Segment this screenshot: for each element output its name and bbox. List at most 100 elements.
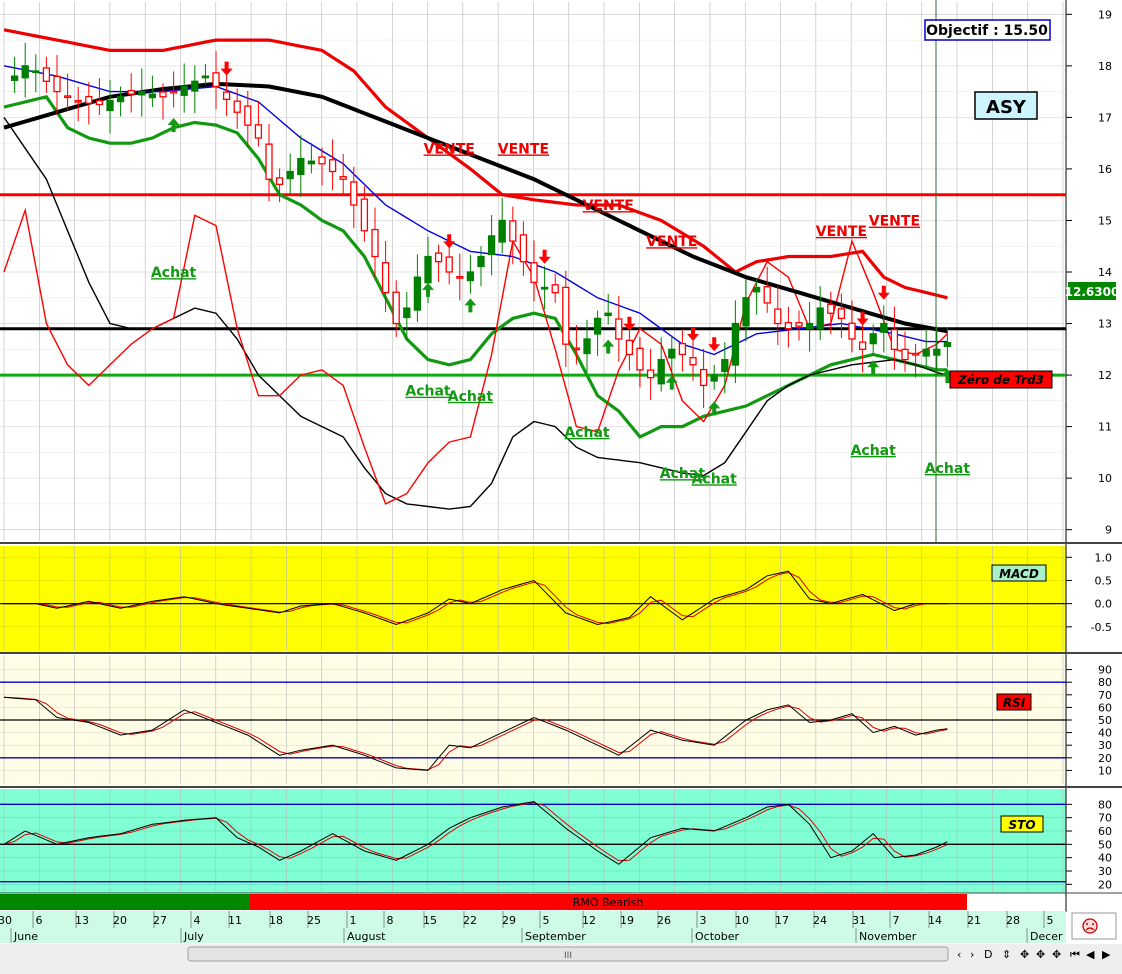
move-icon[interactable]: ✥ [1036,948,1045,961]
first-icon[interactable]: ⏮ [1070,948,1080,961]
objective-label: Objectif : 15.50 [926,23,1048,39]
time-tick-label: 4 [194,914,201,927]
candle-body [169,90,178,94]
candle-body [943,341,952,347]
candle-body [318,156,326,165]
time-tick-label: 19 [620,914,634,927]
candle-body [477,255,485,268]
candle-body [498,219,506,243]
month-label: September [525,930,586,943]
candle-body [742,297,750,327]
candle-body [10,75,19,81]
candle-body [763,286,771,304]
candle-body [604,312,612,317]
candle-body [540,286,549,290]
y-tick-label: 20 [1098,752,1112,765]
y-tick-label: 13 [1098,318,1112,331]
signal-label-achat: Achat [564,425,610,441]
candle-body [63,95,72,99]
candle-body [774,308,782,325]
y-tick-label: 70 [1098,689,1112,702]
symbol-label: ASY [986,97,1027,118]
y-tick-label: 0.5 [1095,574,1113,587]
y-tick-label: 80 [1098,676,1112,689]
month-label: November [859,930,917,943]
time-tick-label: 5 [543,914,550,927]
y-tick-label: 18 [1098,60,1112,73]
time-tick-label: 5 [1047,914,1054,927]
time-tick-label: 27 [153,914,167,927]
candle-body [392,291,400,325]
signal-label-vente: VENTE [816,224,867,240]
step-right-icon[interactable]: › [970,948,974,961]
signal-label-vente: VENTE [646,234,697,250]
y-tick-label: 50 [1098,714,1112,727]
signal-label-achat: Achat [851,443,897,459]
time-tick-label: 1 [350,914,357,927]
candle-body [32,70,40,74]
candle-body [752,286,761,293]
candle-body [201,75,210,79]
candle-body [625,339,634,356]
y-tick-label: 90 [1098,664,1112,677]
move-icon[interactable]: ✥ [1052,948,1061,961]
candle-body [593,317,602,335]
candle-body [551,284,559,294]
step-left-icon[interactable]: ‹ [957,948,961,961]
candle-body [562,286,570,345]
prev-icon[interactable]: ◀ [1086,948,1095,961]
y-tick-label: 15 [1098,214,1112,227]
candle-body [148,93,157,99]
candle-body [699,368,708,387]
candle-body [731,322,740,366]
candle-body [636,347,644,371]
candle-body [74,99,82,103]
candle-body [307,160,316,165]
candle-body [657,358,665,385]
time-tick-label: 20 [113,914,127,927]
y-tick-label: 50 [1098,838,1112,851]
candle-body [901,348,909,361]
time-tick-label: 31 [852,914,866,927]
candle-body [721,358,729,373]
candle-body [106,99,114,112]
signal-label-vente: VENTE [869,214,920,230]
candle-body [85,95,93,104]
signal-label-vente: VENTE [498,141,549,157]
y-tick-label: 1.0 [1095,551,1113,564]
time-tick-label: 10 [735,914,749,927]
candle-body [434,252,443,263]
y-tick-label: 10 [1098,472,1112,485]
time-tick-label: 13 [75,914,89,927]
candle-body [911,352,920,356]
candle-body [191,80,199,92]
y-tick-label: 40 [1098,852,1112,865]
candle-body [328,159,337,173]
candle-body [869,333,877,345]
y-axis-strip [1066,0,1122,912]
candle-body [583,338,591,355]
candle-body [615,318,623,340]
sad-face-icon [1082,918,1098,934]
candle-body [180,85,188,96]
candle-body [233,100,241,113]
candle-body [689,357,697,366]
candle-body [487,235,496,256]
candle-body [784,322,793,330]
month-label: Decer [1030,930,1063,943]
zoom-icon[interactable]: D [984,948,992,961]
scrollbar-grip-icon[interactable]: III [564,951,572,961]
candle-body [837,308,846,320]
time-tick-label: 7 [893,914,900,927]
sto-label: STO [1008,818,1035,832]
candle-body [254,124,263,139]
time-tick-label: 3 [700,914,707,927]
next-icon[interactable]: ▶ [1102,948,1111,961]
candle-body [710,374,718,382]
candle-body [403,307,411,319]
candle-body [127,89,135,95]
candle-body [222,91,231,100]
vertical-shift-icon[interactable]: ⇕ [1002,948,1011,961]
candle-body [509,220,517,242]
move-icon[interactable]: ✥ [1020,948,1029,961]
